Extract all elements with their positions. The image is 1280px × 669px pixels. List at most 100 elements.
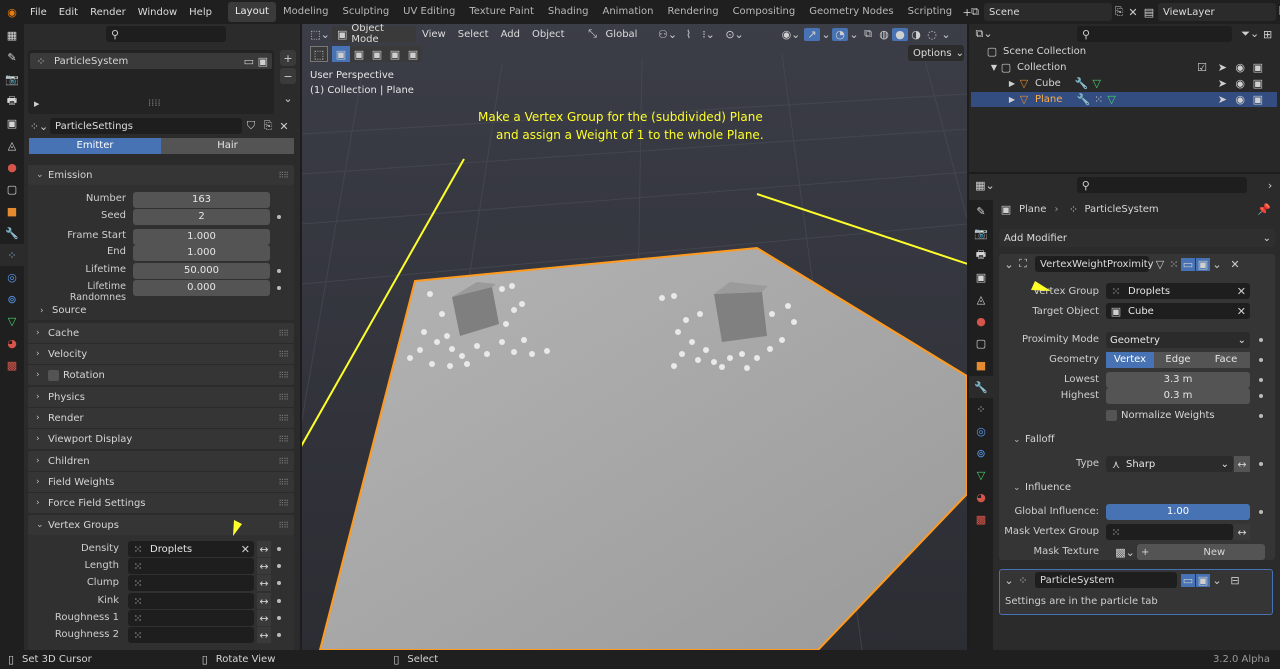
visibility-icon[interactable]: ◉⌄ [778,28,804,41]
number-field[interactable]: 163 [133,192,270,208]
kink-vg-field[interactable]: ⁙ [128,593,254,609]
texture-icon[interactable]: ▩⌄ [1115,544,1135,560]
particle-settings-field[interactable]: ParticleSettings [50,118,242,134]
tab-animation[interactable]: Animation [596,2,661,22]
geometry-edge-toggle[interactable]: Edge [1154,352,1202,368]
tab-rendering[interactable]: Rendering [660,2,725,22]
end-field[interactable]: 1.000 [133,245,270,261]
orientation-dropdown[interactable]: Global [601,26,655,42]
tab-sculpting[interactable]: Sculpting [335,2,396,22]
emitter-tab[interactable]: Emitter [29,138,161,154]
rotation-section[interactable]: › Rotation ⠿⠿ [28,365,294,385]
close-icon[interactable]: ✕ [1237,305,1246,318]
viewport-display-section[interactable]: › Viewport Display ⠿⠿ [28,429,294,449]
scene-field[interactable]: Scene [984,3,1112,21]
tab-modeling[interactable]: Modeling [276,2,336,22]
target-object-field[interactable]: ▣ Cube ✕ [1106,303,1250,319]
children-section[interactable]: › Children ⠿⠿ [28,451,294,471]
checkbox[interactable] [1106,410,1117,421]
wireframe-shading-icon[interactable]: ◍ [876,28,892,41]
tab-geometry-nodes[interactable]: Geometry Nodes [802,2,900,22]
lifetime-random-field[interactable]: 0.000 [133,280,270,296]
keyframe-dot[interactable] [277,286,281,290]
drag-handle-icon[interactable]: ⠿⠿ [278,329,289,338]
menu-window[interactable]: Window [132,7,183,18]
render-section[interactable]: › Render ⠿⠿ [28,408,294,428]
drag-handle-icon[interactable]: ⠿⠿ [278,499,289,508]
tab-layout[interactable]: Layout [227,2,276,22]
eye-icon[interactable]: ◉ [1235,93,1245,106]
view-layer-icon[interactable]: ▤ [1140,6,1158,19]
edit-mode-icon[interactable]: ▽ [1153,258,1167,271]
source-subpanel[interactable]: › Source [40,305,86,316]
3d-viewport[interactable]: ⬚⌄ ▣ Object Mode View Select Add Object ⤡… [302,24,967,650]
editor-type-icon[interactable]: ▦⌄ [973,179,997,192]
screen-icon[interactable]: ▭ [244,55,254,68]
tab-uv-editing[interactable]: UV Editing [396,2,462,22]
modifier-icon[interactable]: 🔧 [969,376,993,398]
convert-icon[interactable]: ⊟ [1228,574,1242,587]
pivot-icon[interactable]: ⚇⌄ [655,28,681,41]
lifetime-field[interactable]: 50.000 [133,263,270,279]
physics-icon[interactable]: ◎ [969,420,993,442]
keyframe-dot[interactable] [277,616,281,620]
global-influence-field[interactable]: 1.00 [1106,504,1250,520]
keyframe-dot[interactable] [1259,414,1263,418]
render-icon[interactable]: 📷 [0,68,24,90]
material-icon[interactable]: ◕ [0,332,24,354]
eye-icon[interactable]: ◉ [1235,77,1245,90]
roughness2-vg-field[interactable]: ⁙ [128,627,254,643]
view-layer-field[interactable]: ViewLayer [1158,3,1276,21]
hair-tab[interactable]: Hair [161,138,294,154]
pin-icon[interactable]: 📌 [1257,203,1271,216]
invert-toggle-icon[interactable]: ↔ [257,627,271,643]
keyframe-dot[interactable] [1259,462,1263,466]
select-extend-icon[interactable]: ▣ [350,46,368,62]
length-vg-field[interactable]: ⁙ [128,558,254,574]
menu-select[interactable]: Select [452,29,495,40]
drag-handle-icon[interactable]: ⠿⠿ [278,350,289,359]
editor-type-icon[interactable]: ⬚⌄ [308,28,332,41]
new-collection-icon[interactable]: ⊞ [1260,28,1275,41]
data-icon[interactable]: ▽ [969,464,993,486]
list-item[interactable]: ⁘ ParticleSystem ▭ ▣ [30,53,272,69]
invert-toggle-icon[interactable]: ↔ [1234,524,1250,540]
select-subtract-icon[interactable]: ▣ [368,46,386,62]
outliner-search[interactable]: ⚲ [1077,26,1233,42]
tab-texture-paint[interactable]: Texture Paint [462,2,541,22]
rendered-shading-icon[interactable]: ◌ [924,28,940,41]
props-search[interactable]: ⚲ [1076,177,1248,193]
keyframe-dot[interactable] [277,564,281,568]
collection-row[interactable]: ▼ ▢ Collection ☑ ➤ ◉ ▣ [989,61,1277,74]
menu-object[interactable]: Object [526,29,571,40]
drag-handle-icon[interactable]: ⠿⠿ [278,393,289,402]
orientation-icon[interactable]: ⤡ [585,27,601,41]
options-icon[interactable]: › [1263,179,1277,192]
new-texture-button[interactable]: + New [1137,544,1265,560]
search-input[interactable]: ⚲ [106,26,226,42]
snap-icon[interactable]: ⌇ [681,28,697,41]
screen-icon[interactable]: ▭ [1181,257,1195,271]
mask-vg-field[interactable]: ⁙ [1106,524,1233,540]
vertex-group-field[interactable]: ⁙ Droplets ✕ [1106,283,1250,299]
density-vg-field[interactable]: ⁙ Droplets ✕ [128,541,254,557]
eye-icon[interactable]: ◉ [1235,61,1245,74]
drag-handle-icon[interactable]: ⠿⠿ [278,171,289,180]
constraints-icon[interactable]: ⊚ [969,442,993,464]
keyframe-dot[interactable] [277,581,281,585]
editor-type-icon[interactable]: ▦ [0,24,24,46]
overlay-dropdown-icon[interactable]: ⌄ [848,28,860,41]
collection-icon[interactable]: ▢ [0,178,24,200]
scene-icon[interactable]: ◬ [0,134,24,156]
view-layer-icon[interactable]: ▣ [0,112,24,134]
tab-scripting[interactable]: Scripting [901,2,959,22]
keyframe-dot[interactable] [1259,378,1263,382]
xray-icon[interactable]: ⧉ [860,27,876,41]
invert-toggle-icon[interactable]: ↔ [257,541,271,557]
options-dropdown[interactable]: Options ⌄ [908,45,964,61]
menu-file[interactable]: File [24,7,53,18]
material-shading-icon[interactable]: ◑ [908,28,924,41]
drag-handle-icon[interactable]: ⠿⠿ [278,478,289,487]
close-icon[interactable]: ✕ [1126,6,1140,19]
cube-right[interactable] [714,282,768,342]
